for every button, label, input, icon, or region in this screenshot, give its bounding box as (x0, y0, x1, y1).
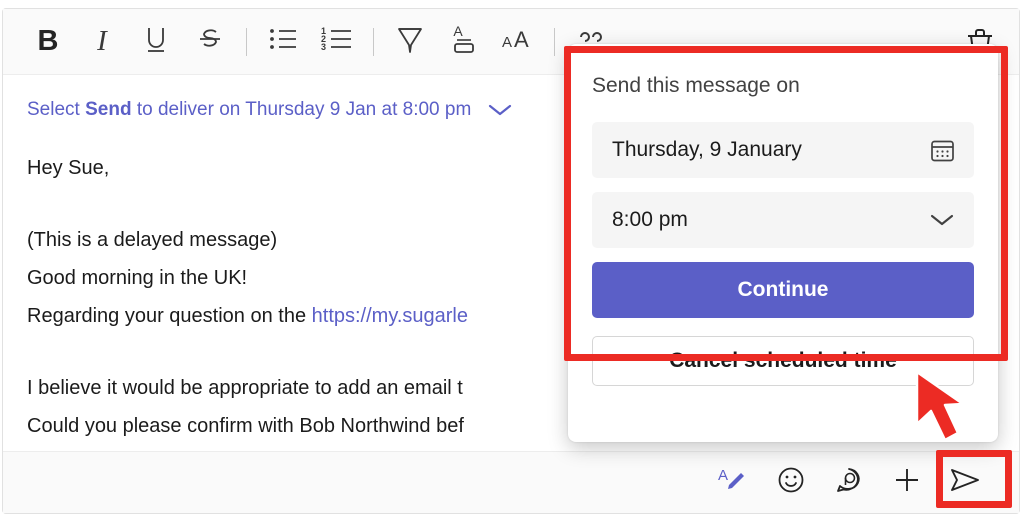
continue-button-label: Continue (738, 278, 829, 302)
bold-icon: B (38, 27, 59, 56)
emoji-icon (775, 464, 807, 501)
continue-button[interactable]: Continue (592, 262, 974, 318)
italic-button[interactable]: I (75, 19, 129, 65)
font-color-button[interactable]: A (437, 19, 491, 65)
message-link[interactable]: https://my.sugarle (312, 305, 468, 327)
compose-action-bar: A (3, 451, 1019, 513)
message-line-text: Regarding your question on the (27, 305, 312, 327)
compose-message-screen: B I (0, 0, 1024, 520)
strikethrough-button[interactable] (183, 19, 237, 65)
praise-icon (833, 464, 865, 501)
toolbar-divider-3 (554, 28, 555, 56)
banner-suffix: to deliver on Thursday 9 Jan at 8:00 pm (132, 99, 472, 120)
highlight-button[interactable] (383, 19, 437, 65)
plus-icon (891, 464, 923, 501)
underline-button[interactable] (129, 19, 183, 65)
bold-button[interactable]: B (21, 19, 75, 65)
strikethrough-icon (195, 23, 225, 60)
emoji-button[interactable] (763, 460, 819, 506)
time-field[interactable]: 8:00 pm (592, 192, 974, 248)
numbered-list-button[interactable]: 1 2 3 (310, 19, 364, 65)
bulleted-list-icon (268, 25, 298, 58)
svg-text:A: A (453, 23, 463, 39)
italic-icon: I (97, 27, 107, 56)
format-button[interactable]: A (705, 460, 761, 506)
format-pen-icon: A (716, 464, 750, 501)
svg-text:3: 3 (321, 42, 326, 52)
toolbar-divider-2 (373, 28, 374, 56)
schedule-message-popup: Send this message on Thursday, 9 January… (568, 44, 998, 442)
underline-icon (141, 23, 171, 60)
banner-prefix: Select (27, 99, 85, 120)
more-options-button[interactable] (879, 460, 935, 506)
send-icon (947, 464, 983, 501)
praise-button[interactable] (821, 460, 877, 506)
cancel-scheduled-time-button[interactable]: Cancel scheduled time (592, 336, 974, 386)
font-color-icon: A (449, 22, 479, 61)
svg-text:A: A (514, 27, 529, 52)
font-size-button[interactable]: A A (491, 19, 545, 65)
send-button[interactable] (937, 460, 993, 506)
svg-text:A: A (718, 467, 728, 484)
toolbar-divider-1 (246, 28, 247, 56)
numbered-list-icon: 1 2 3 (321, 25, 353, 58)
cancel-button-label: Cancel scheduled time (669, 349, 897, 373)
highlighter-icon (394, 22, 426, 61)
scheduled-delivery-text: Select Send to deliver on Thursday 9 Jan… (27, 99, 471, 121)
scheduled-delivery-banner[interactable]: Select Send to deliver on Thursday 9 Jan… (27, 99, 513, 121)
time-field-value: 8:00 pm (612, 208, 688, 232)
font-size-icon: A A (500, 24, 536, 59)
chevron-down-icon[interactable] (487, 102, 513, 118)
bulleted-list-button[interactable] (256, 19, 310, 65)
date-field[interactable]: Thursday, 9 January (592, 122, 974, 178)
date-field-value: Thursday, 9 January (612, 138, 802, 162)
banner-send-word: Send (85, 99, 131, 120)
calendar-icon[interactable] (929, 137, 956, 164)
chevron-down-icon[interactable] (928, 211, 956, 229)
svg-text:A: A (502, 34, 512, 51)
popup-title: Send this message on (592, 74, 974, 98)
